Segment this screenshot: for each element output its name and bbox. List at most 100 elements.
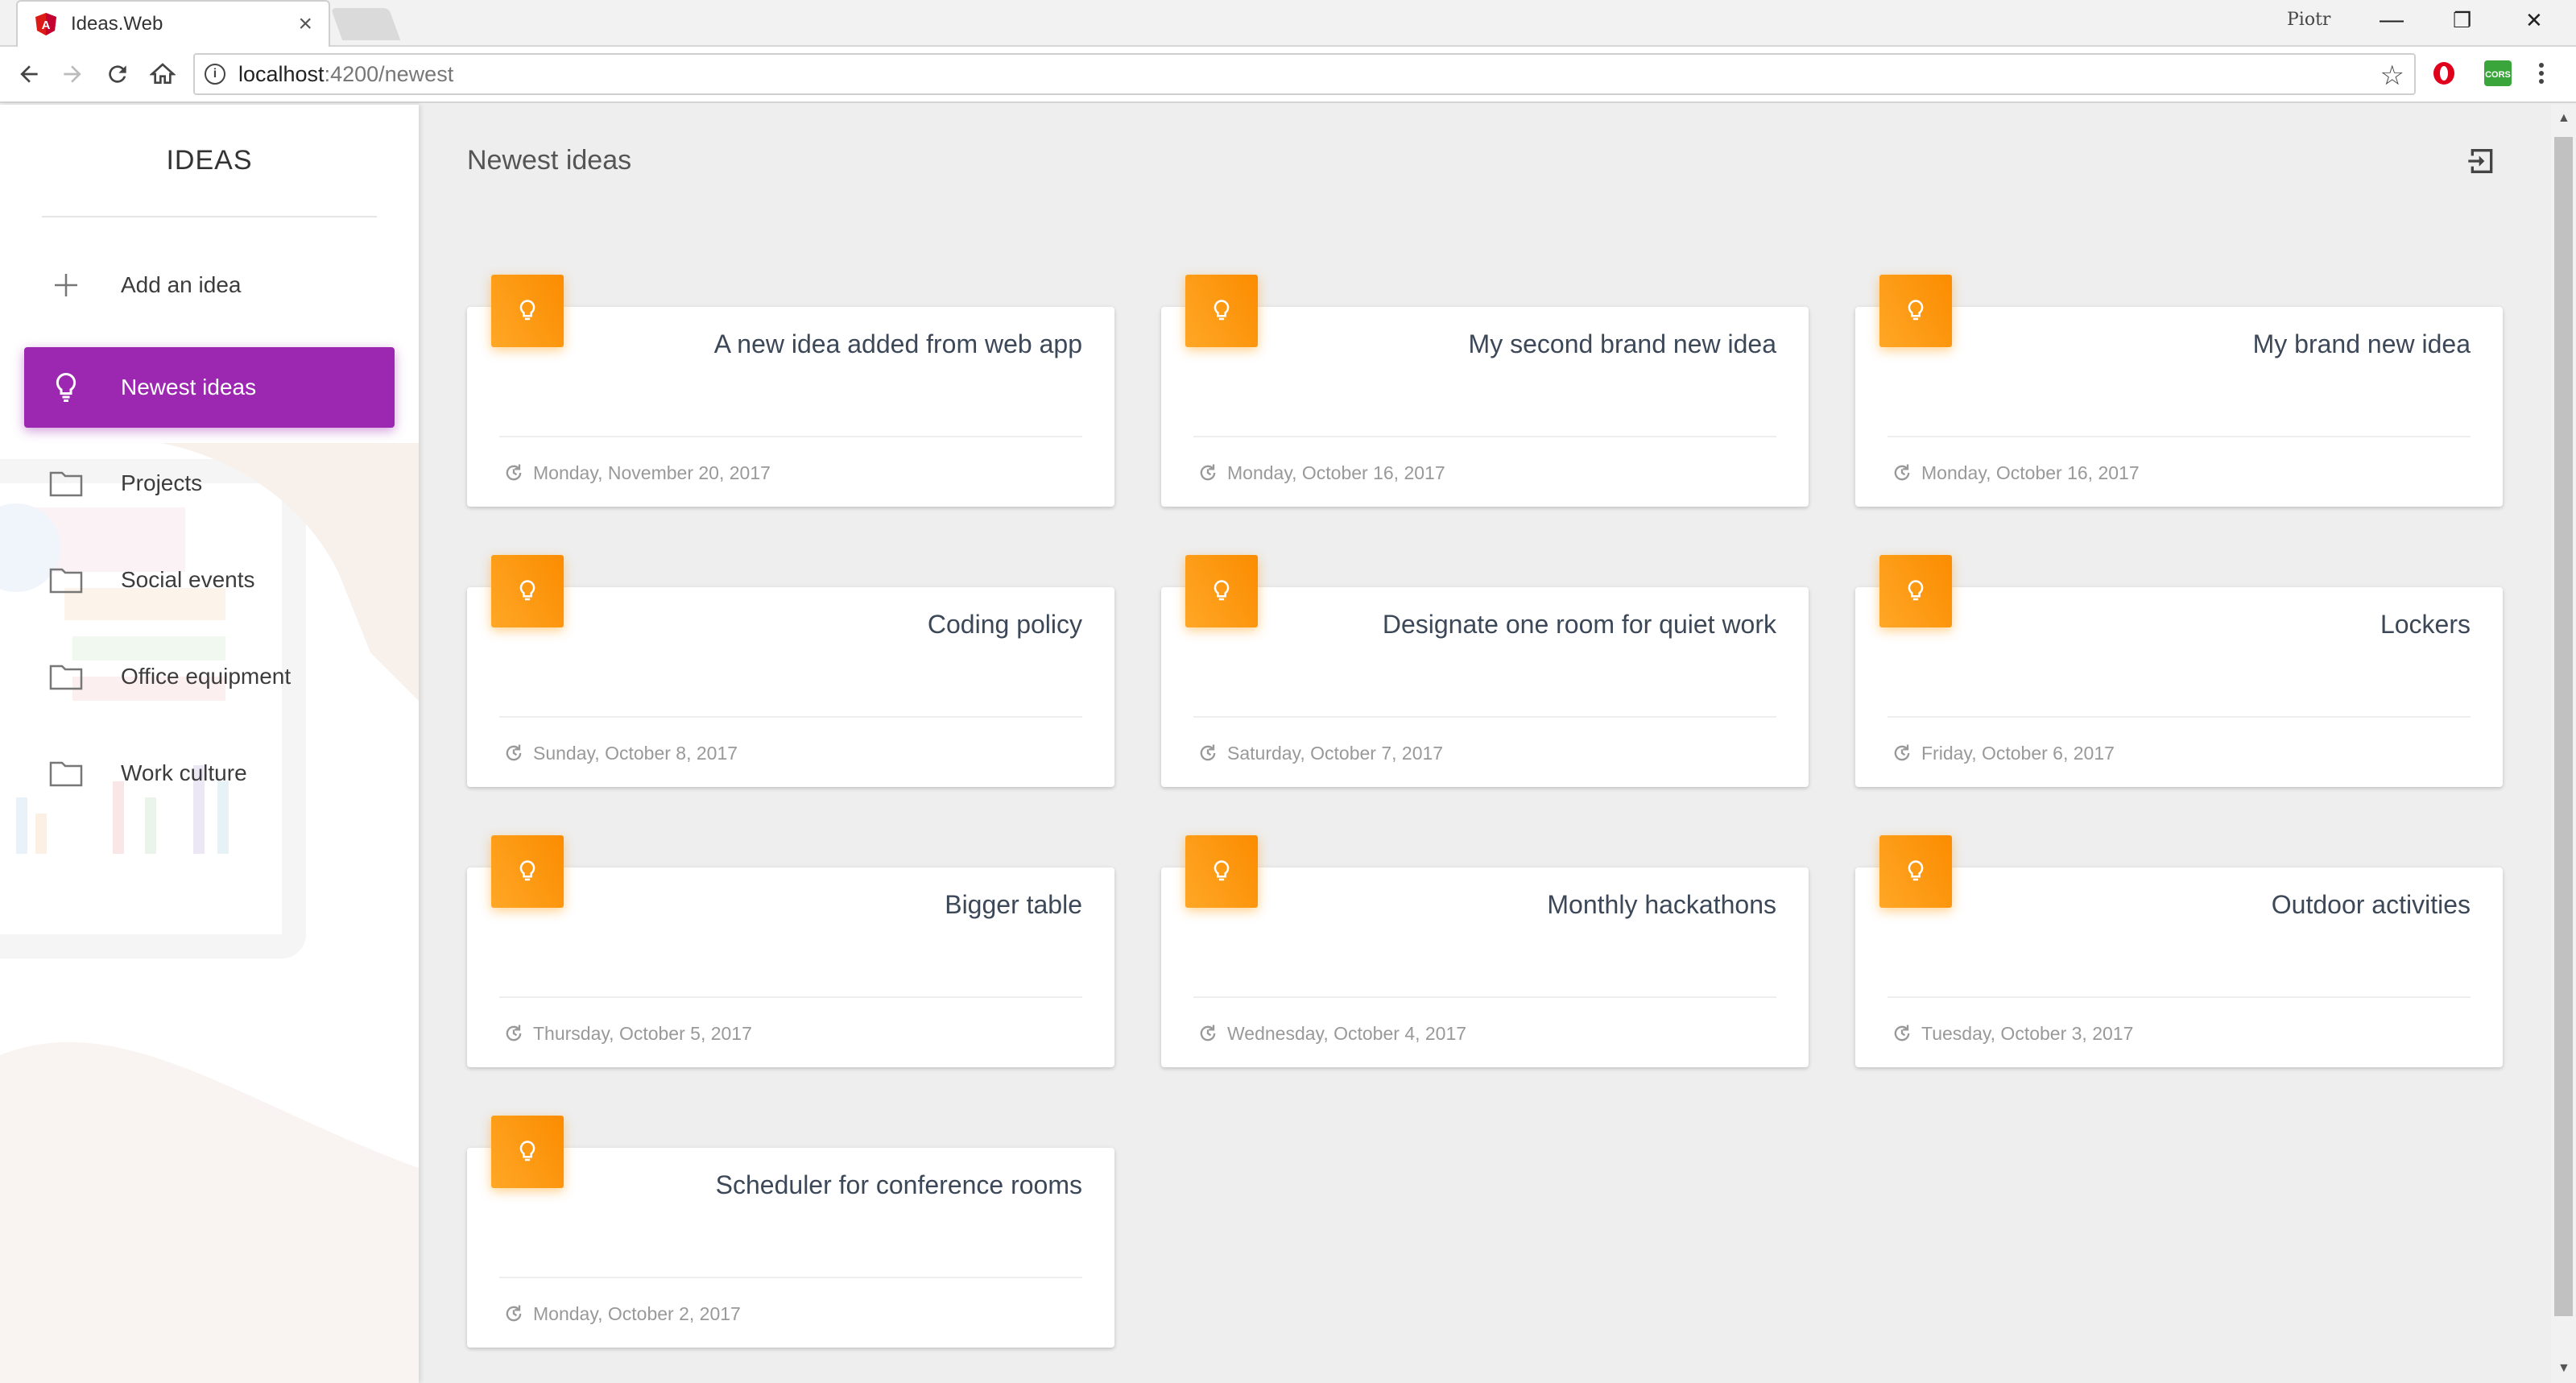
- update-clock-icon: [1894, 1025, 1910, 1041]
- opera-extension-icon[interactable]: [2430, 60, 2458, 87]
- card-divider: [1193, 716, 1776, 718]
- idea-date: Thursday, October 5, 2017: [533, 1022, 752, 1044]
- sidebar-item-label: Add an idea: [121, 272, 242, 297]
- idea-card[interactable]: Designate one room for quiet work Saturd…: [1161, 555, 1809, 787]
- back-icon[interactable]: [11, 56, 47, 92]
- forward-icon[interactable]: [55, 56, 90, 92]
- idea-card[interactable]: My second brand new idea Monday, October…: [1161, 275, 1809, 507]
- svg-text:A: A: [42, 19, 51, 32]
- window-close-icon[interactable]: ✕: [2525, 8, 2543, 33]
- card-divider: [1888, 436, 2471, 437]
- idea-meta: Thursday, October 5, 2017: [502, 1022, 752, 1045]
- update-clock-icon: [1200, 744, 1216, 761]
- idea-card[interactable]: Lockers Friday, October 6, 2017: [1855, 555, 2503, 787]
- card-divider: [1888, 996, 2471, 998]
- sidebar: IDEAS Add an idea Newest ideas Projects …: [0, 105, 419, 1383]
- sidebar-item-add-idea[interactable]: Add an idea: [24, 245, 395, 325]
- url-text: localhost:4200/newest: [238, 62, 453, 87]
- card-divider: [1888, 716, 2471, 718]
- sidebar-item-work-culture[interactable]: Work culture: [24, 733, 395, 814]
- sidebar-divider: [42, 216, 377, 217]
- idea-card[interactable]: Monthly hackathons Wednesday, October 4,…: [1161, 835, 1809, 1067]
- cors-extension-icon[interactable]: CORS: [2483, 60, 2512, 87]
- idea-title[interactable]: Coding policy: [928, 610, 1082, 640]
- idea-meta: Wednesday, October 4, 2017: [1197, 1022, 1466, 1045]
- page-scrollbar[interactable]: ▲ ▼: [2551, 105, 2576, 1383]
- sidebar-item-social-events[interactable]: Social events: [24, 540, 395, 620]
- idea-meta: Monday, October 2, 2017: [502, 1302, 741, 1325]
- scroll-up-icon[interactable]: ▲: [2557, 111, 2570, 126]
- idea-date: Tuesday, October 3, 2017: [1921, 1022, 2134, 1044]
- idea-meta: Monday, October 16, 2017: [1891, 462, 2140, 484]
- idea-date: Sunday, October 8, 2017: [533, 742, 738, 764]
- folder-icon: [48, 756, 84, 791]
- tab-close-icon[interactable]: ×: [298, 10, 312, 38]
- card-divider: [499, 716, 1082, 718]
- update-clock-icon: [506, 464, 522, 481]
- idea-date: Wednesday, October 4, 2017: [1227, 1022, 1467, 1044]
- card-divider: [1193, 996, 1776, 998]
- browser-toolbar: i localhost:4200/newest ☆ CORS: [0, 47, 2576, 103]
- sidebar-item-label: Social events: [121, 567, 255, 592]
- idea-title[interactable]: Outdoor activities: [2272, 890, 2471, 920]
- sidebar-item-projects[interactable]: Projects: [24, 443, 395, 524]
- sidebar-item-office-equipment[interactable]: Office equipment: [24, 636, 395, 717]
- sidebar-item-label: Projects: [121, 470, 203, 495]
- scroll-down-icon[interactable]: ▼: [2557, 1361, 2570, 1376]
- idea-meta: Tuesday, October 3, 2017: [1891, 1022, 2133, 1045]
- idea-meta: Monday, October 16, 2017: [1197, 462, 1445, 484]
- folder-icon: [48, 466, 84, 501]
- bookmark-star-icon[interactable]: ☆: [2380, 60, 2404, 92]
- sidebar-brand[interactable]: IDEAS: [0, 145, 419, 176]
- logout-icon[interactable]: [2466, 145, 2498, 177]
- update-clock-icon: [1200, 1025, 1216, 1041]
- profile-name[interactable]: Piotr: [2287, 10, 2330, 30]
- idea-title[interactable]: Bigger table: [945, 890, 1082, 920]
- tab-title: Ideas.Web: [71, 13, 163, 35]
- sidebar-item-label: Newest ideas: [121, 375, 257, 400]
- idea-title[interactable]: A new idea added from web app: [714, 329, 1082, 359]
- idea-date: Monday, October 16, 2017: [1921, 462, 2140, 483]
- idea-meta: Friday, October 6, 2017: [1891, 742, 2115, 764]
- idea-meta: Monday, November 20, 2017: [502, 462, 771, 484]
- address-bar[interactable]: i localhost:4200/newest ☆: [193, 53, 2416, 95]
- home-icon[interactable]: [145, 56, 180, 92]
- browser-tabstrip: A Ideas.Web × Piotr — ❐ ✕: [0, 0, 2576, 47]
- lightbulb-badge-icon: [1879, 835, 1952, 908]
- browser-tab[interactable]: A Ideas.Web ×: [16, 0, 330, 47]
- new-tab-button[interactable]: [330, 8, 401, 40]
- idea-title[interactable]: Monthly hackathons: [1547, 890, 1776, 920]
- idea-title[interactable]: My second brand new idea: [1469, 329, 1776, 359]
- idea-date: Monday, October 16, 2017: [1227, 462, 1445, 483]
- idea-card[interactable]: My brand new idea Monday, October 16, 20…: [1855, 275, 2503, 507]
- idea-title[interactable]: Scheduler for conference rooms: [716, 1170, 1082, 1200]
- lightbulb-badge-icon: [1185, 835, 1258, 908]
- idea-title[interactable]: My brand new idea: [2253, 329, 2471, 359]
- idea-card[interactable]: Scheduler for conference rooms Monday, O…: [467, 1116, 1114, 1348]
- reload-icon[interactable]: [100, 56, 135, 92]
- minimize-icon[interactable]: —: [2380, 6, 2404, 34]
- idea-card[interactable]: Coding policy Sunday, October 8, 2017: [467, 555, 1114, 787]
- sidebar-item-newest-ideas[interactable]: Newest ideas: [24, 347, 395, 428]
- idea-title[interactable]: Lockers: [2380, 610, 2471, 640]
- browser-menu-icon[interactable]: [2537, 60, 2546, 87]
- lightbulb-badge-icon: [1879, 275, 1952, 347]
- idea-card[interactable]: Bigger table Thursday, October 5, 2017: [467, 835, 1114, 1067]
- lightbulb-icon: [48, 370, 84, 405]
- lightbulb-badge-icon: [491, 1116, 564, 1188]
- card-divider: [499, 436, 1082, 437]
- restore-icon[interactable]: ❐: [2453, 8, 2471, 33]
- update-clock-icon: [506, 1025, 522, 1041]
- update-clock-icon: [1894, 464, 1910, 481]
- sidebar-item-label: Office equipment: [121, 664, 292, 689]
- idea-card[interactable]: Outdoor activities Tuesday, October 3, 2…: [1855, 835, 2503, 1067]
- update-clock-icon: [506, 744, 522, 761]
- lightbulb-badge-icon: [491, 275, 564, 347]
- lightbulb-badge-icon: [491, 835, 564, 908]
- update-clock-icon: [1200, 464, 1216, 481]
- site-info-icon[interactable]: i: [205, 64, 225, 85]
- lightbulb-badge-icon: [1879, 555, 1952, 627]
- scrollbar-thumb[interactable]: [2554, 137, 2573, 1316]
- idea-title[interactable]: Designate one room for quiet work: [1383, 610, 1776, 640]
- idea-card[interactable]: A new idea added from web app Monday, No…: [467, 275, 1114, 507]
